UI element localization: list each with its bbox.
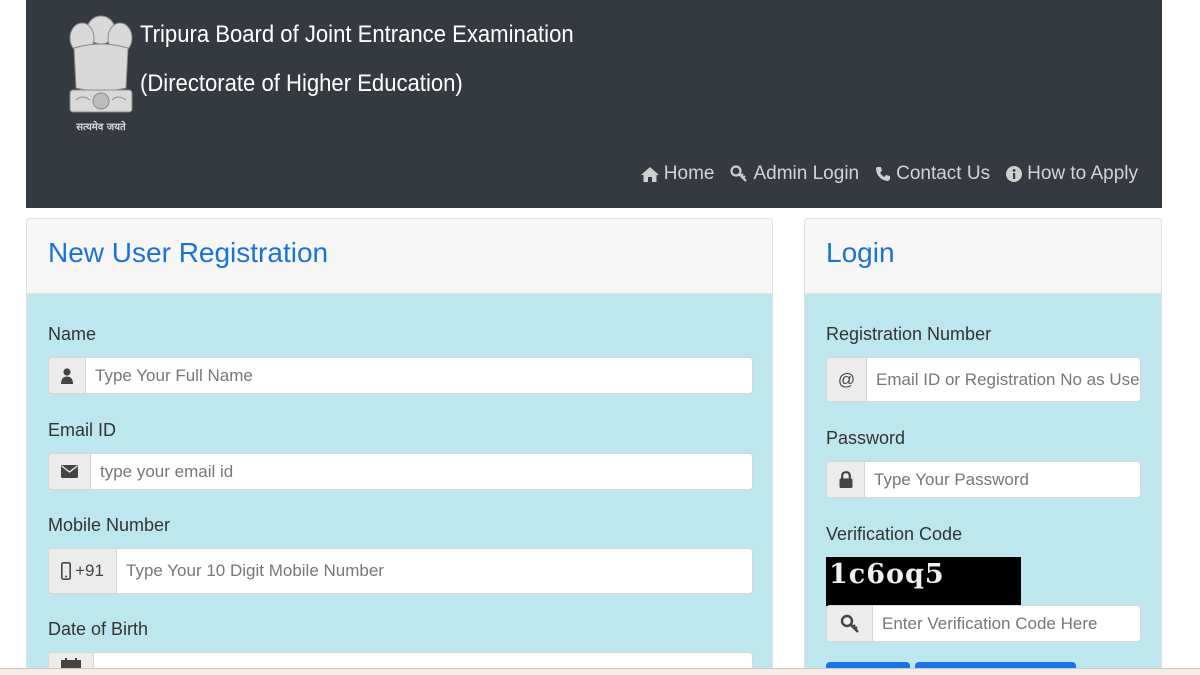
nav-contact-us[interactable]: Contact Us <box>875 163 990 185</box>
phone-icon <box>876 167 891 181</box>
name-input-group <box>48 357 753 394</box>
captcha-image: 1c6oq5 <box>826 557 1021 606</box>
site-header: सत्यमेव जयते Tripura Board of Joint Entr… <box>26 0 1162 208</box>
motto-text: सत्यमेव जयते <box>76 122 126 133</box>
bottom-divider <box>0 668 1200 675</box>
registration-title: New User Registration <box>48 237 329 268</box>
email-input-group <box>48 453 753 490</box>
verification-input-group <box>826 605 1141 642</box>
envelope-icon <box>49 454 91 489</box>
mobile-icon <box>61 562 72 580</box>
verification-code-label: Verification Code <box>826 524 963 544</box>
verification-code-input[interactable] <box>873 606 1140 641</box>
nav-how-to-apply[interactable]: How to Apply <box>1006 163 1138 185</box>
board-subtitle: (Directorate of Higher Education) <box>140 70 463 97</box>
at-sign-addon: @ <box>827 358 867 401</box>
key-icon <box>730 165 748 182</box>
login-card-header: Login <box>805 219 1161 294</box>
home-icon <box>640 166 659 182</box>
board-title: Tripura Board of Joint Entrance Examinat… <box>140 21 574 48</box>
info-icon <box>1006 166 1023 182</box>
registration-card-header: New User Registration <box>27 219 772 294</box>
email-label: Email ID <box>48 420 117 440</box>
email-input[interactable] <box>91 454 752 489</box>
login-title: Login <box>826 237 895 268</box>
nav-home[interactable]: Home <box>640 163 715 185</box>
mobile-prefix-addon: +91 <box>49 549 117 593</box>
registration-number-input-group: @ <box>826 357 1141 402</box>
key-icon <box>827 606 873 641</box>
top-nav: Home Admin Login Contact Us How to Apply <box>640 163 1138 185</box>
dob-label: Date of Birth <box>48 619 149 639</box>
password-input[interactable] <box>865 462 1140 497</box>
registration-card: New User Registration Name Email ID Mobi… <box>26 218 773 675</box>
password-label: Password <box>826 428 906 448</box>
nav-contact-us-label: Contact Us <box>896 163 991 184</box>
password-input-group <box>826 461 1141 498</box>
nav-how-to-apply-label: How to Apply <box>1027 163 1138 184</box>
nav-admin-login-label: Admin Login <box>753 163 860 184</box>
login-card: Login Registration Number @ Password Ver… <box>804 218 1162 675</box>
user-icon <box>49 358 86 393</box>
name-label: Name <box>48 324 97 344</box>
nav-admin-login[interactable]: Admin Login <box>730 163 859 185</box>
mobile-input[interactable] <box>117 549 752 593</box>
lock-icon <box>827 462 865 497</box>
registration-number-label: Registration Number <box>826 324 992 344</box>
national-emblem-icon <box>69 15 133 113</box>
mobile-prefix: +91 <box>75 561 104 580</box>
name-input[interactable] <box>86 358 752 393</box>
nav-home-label: Home <box>663 163 715 184</box>
registration-number-input[interactable] <box>867 358 1140 401</box>
mobile-input-group: +91 <box>48 548 753 594</box>
mobile-label: Mobile Number <box>48 515 171 535</box>
